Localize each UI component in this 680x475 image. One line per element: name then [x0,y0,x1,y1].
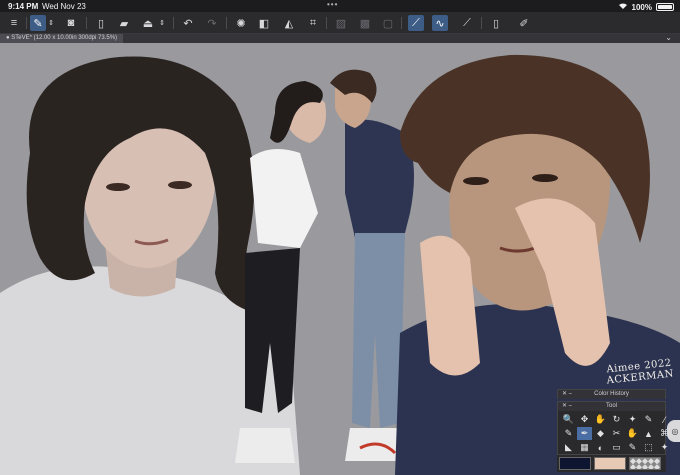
center-figure-shirt [250,149,318,248]
blend-tool-icon[interactable]: ✋ [625,427,640,440]
correction-tool-icon[interactable]: ✦ [657,441,672,454]
color-mix-tool-icon[interactable]: ◐ [593,441,608,454]
eraser-tool-icon[interactable]: ◆ [593,427,608,440]
side-panel-toggle-icon[interactable]: ◎ [667,420,680,442]
chevron-up-down-icon[interactable]: ⇕ [158,15,166,31]
collapse-icon[interactable]: ⌄ [665,33,672,42]
phone-icon[interactable]: ▯ [488,15,504,31]
redo-icon[interactable]: ↷ [204,15,220,31]
main-color-swatch[interactable] [559,457,591,470]
divider [173,17,174,29]
save-icon[interactable]: ⏏ [140,15,156,31]
move-tool-icon[interactable]: ✥ [577,413,592,426]
divider [326,17,327,29]
chevron-up-down-icon[interactable]: ⇕ [47,15,55,31]
tool-palette-title: Tool [605,403,617,409]
divider [86,17,87,29]
selection-clear-icon[interactable]: ▩ [357,15,373,31]
divider [226,17,227,29]
camera-icon[interactable]: ◙ [63,15,79,31]
loading-icon[interactable]: ✺ [233,15,249,31]
layer-clear-icon[interactable]: ▨ [333,15,349,31]
pencil-tool-icon[interactable]: ✎ [561,427,576,440]
menu-icon[interactable]: ≡ [6,15,22,31]
main-toolbar: ≡ ✎ ⇕ ◙ ▯ ▰ ⏏ ⇕ ↶ ↷ ✺ ◧ ◭ ⌗ ▨ ▩ ▢ ⟋ ∿ ⟋ … [0,12,680,34]
transform-icon[interactable]: ⌗ [305,15,321,31]
cut-tool-icon[interactable]: ✂ [609,427,624,440]
wifi-icon [618,2,628,12]
color-history-header: ✕ ⎯ Color History [558,390,665,399]
battery-icon [656,3,674,11]
edit-icon[interactable]: ✐ [516,15,532,31]
fill-tool-icon[interactable]: ◣ [561,441,576,454]
pen-tool-icon[interactable]: ✎ [641,413,656,426]
figure-tool-icon[interactable]: ▲ [641,427,656,440]
sub-color-swatch[interactable] [594,457,626,470]
hand-tool-icon[interactable]: ✋ [593,413,608,426]
status-bar: 9:14 PM Wed Nov 23 ••• 100% [0,0,680,12]
rotate-tool-icon[interactable]: ↻ [609,413,624,426]
status-date: Wed Nov 23 [42,2,86,11]
zoom-tool-icon[interactable]: 🔍 [561,413,576,426]
left-eye [106,183,130,191]
color-swatches [557,455,666,472]
crop-icon[interactable]: ▢ [380,15,396,31]
brush-tool-icon[interactable]: ✒ [577,427,592,440]
canvas-tab-bar: ● STeVE* (12.00 x 10.00in 300dpi 73.5%) … [0,33,680,43]
bucket-icon[interactable]: ◭ [281,15,297,31]
battery-percent: 100% [631,2,652,12]
right-eye [168,181,192,189]
text-tool-icon[interactable]: ✎ [625,441,640,454]
undo-icon[interactable]: ↶ [180,15,196,31]
tool-palette: ✕ ⎯ Tool 🔍 ✥ ✋ ↻ ✦ ✎ ⁄ ✎ ✒ ◆ ✂ ✋ ▲ ⌘ ◣ ▦… [557,401,669,456]
multitask-dots[interactable]: ••• [327,0,338,9]
right-figure-eye-left [463,177,489,185]
divider [401,17,402,29]
divider [481,17,482,29]
fill-icon[interactable]: ◧ [256,15,272,31]
color-history-title: Color History [594,391,629,397]
pressure-icon[interactable]: ⟋ [459,15,475,31]
right-figure-eye-right [532,174,558,182]
color-history-palette: ✕ ⎯ Color History [557,389,666,399]
tool-grid: 🔍 ✥ ✋ ↻ ✦ ✎ ⁄ ✎ ✒ ◆ ✂ ✋ ▲ ⌘ ◣ ▦ ◐ ▭ ✎ ⬚ … [558,411,669,456]
quick-access-pen-icon[interactable]: ✎ [30,15,46,31]
frame-tool-icon[interactable]: ▭ [609,441,624,454]
selection-tool-icon[interactable]: ⬚ [641,441,656,454]
battery-fill [658,5,672,9]
canvas-tab[interactable]: ● STeVE* (12.00 x 10.00in 300dpi 73.5%) [0,34,124,43]
tool-palette-header: ✕ ⎯ Tool [558,402,665,411]
left-shoes [235,428,295,463]
sparkle-tool-icon[interactable]: ✦ [625,413,640,426]
status-right: 100% [618,2,674,12]
transparent-color-swatch[interactable] [629,457,661,470]
new-file-icon[interactable]: ▯ [93,15,109,31]
right-center-figure-jeans [352,233,405,428]
divider [26,17,27,29]
status-time: 9:14 PM [8,2,39,11]
ruler-snap-icon[interactable]: ⟋ [408,15,424,31]
folder-icon[interactable]: ▰ [116,15,132,31]
gradient-tool-icon[interactable]: ▦ [577,441,592,454]
stabilizer-icon[interactable]: ∿ [432,15,448,31]
